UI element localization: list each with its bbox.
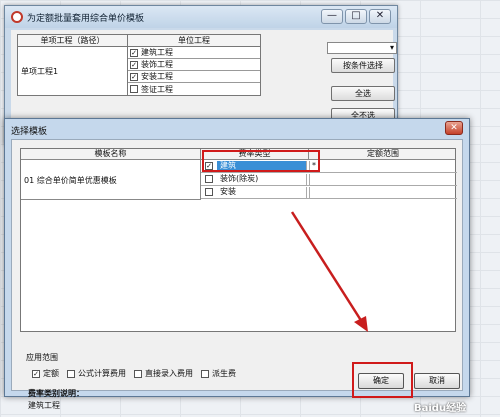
scope-option-direct[interactable]: 直接录入费用 xyxy=(134,368,193,379)
dialog-title: 选择模板 xyxy=(11,127,48,137)
unit-checkbox[interactable]: ✓ xyxy=(130,48,138,57)
scope-option-label: 公式计算费用 xyxy=(78,369,126,378)
quota-range[interactable] xyxy=(309,187,455,198)
dialog-body: 模板名称 费率类型 定额范围 01 综合单价简单优惠模板 ✓ 建筑 * 装饰(除… xyxy=(11,139,463,410)
filter-dropdown[interactable]: ▾ xyxy=(327,42,397,54)
unit-checkbox[interactable]: ✓ xyxy=(130,60,138,69)
scope-label: 应用范围 xyxy=(26,353,58,362)
minimize-button[interactable]: — xyxy=(321,9,343,24)
scope-option-derived[interactable]: 派生费 xyxy=(201,368,236,379)
maximize-button[interactable]: □ xyxy=(345,9,367,24)
unit-list: ✓ 建筑工程 ✓ 装饰工程 ✓ 安装工程 签证工程 xyxy=(127,46,261,96)
ok-highlight-box xyxy=(352,362,413,398)
scope-option-label: 派生费 xyxy=(212,369,236,378)
watermark: Baidu经验 xyxy=(414,403,467,414)
column-header-project: 单项工程（路径） xyxy=(17,34,128,47)
unit-label: 装饰工程 xyxy=(141,60,173,69)
scope-option-label: 直接录入费用 xyxy=(145,369,193,378)
highlight-box xyxy=(202,150,320,172)
scope-option-formula[interactable]: 公式计算费用 xyxy=(67,368,126,379)
select-all-button[interactable]: 全选 xyxy=(331,86,395,101)
close-icon[interactable]: ✕ xyxy=(445,121,463,135)
column-header-unit: 单位工程 xyxy=(127,34,261,47)
window-title-bar: 为定额批量套用综合单价模板 — □ ✕ xyxy=(5,6,397,28)
unit-checkbox[interactable] xyxy=(130,85,138,93)
project-cell: 单项工程1 xyxy=(17,46,128,96)
project-table: 单项工程（路径） 单位工程 单项工程1 ✓ 建筑工程 ✓ 装饰工程 ✓ 安装工程 签证… xyxy=(17,34,261,96)
description-value: 建筑工程 xyxy=(28,401,60,410)
cancel-button[interactable]: 取消 xyxy=(414,373,460,389)
quota-range[interactable] xyxy=(309,174,455,185)
scope-option-quota[interactable]: ✓ 定额 xyxy=(32,368,59,379)
template-grid: 模板名称 费率类型 定额范围 01 综合单价简单优惠模板 ✓ 建筑 * 装饰(除… xyxy=(20,148,457,332)
rate-row[interactable]: 装饰(除炭) xyxy=(201,173,457,186)
close-button[interactable]: ✕ xyxy=(369,9,391,24)
app-logo-icon xyxy=(11,11,23,23)
scope-checkbox[interactable] xyxy=(134,369,142,378)
column-header-template-name: 模板名称 xyxy=(21,149,201,160)
quota-range[interactable]: * xyxy=(309,161,455,172)
select-by-condition-button[interactable]: 按条件选择 xyxy=(331,58,395,73)
scope-options: ✓ 定额 公式计算费用 直接录入费用 派生费 xyxy=(32,368,236,379)
column-header-quota-range: 定额范围 xyxy=(367,149,399,158)
unit-row[interactable]: ✓ 安装工程 xyxy=(128,71,260,83)
unit-row[interactable]: 签证工程 xyxy=(128,83,260,95)
window-title: 为定额批量套用综合单价模板 xyxy=(27,14,145,24)
description-label: 费率类别说明： xyxy=(28,389,84,398)
scope-checkbox[interactable] xyxy=(67,369,75,378)
chevron-down-icon: ▾ xyxy=(389,43,394,52)
unit-checkbox[interactable]: ✓ xyxy=(130,72,138,81)
rate-category[interactable]: 安装 xyxy=(217,187,307,198)
unit-label: 建筑工程 xyxy=(141,48,173,57)
unit-row[interactable]: ✓ 装饰工程 xyxy=(128,59,260,71)
rate-checkbox[interactable] xyxy=(205,175,213,183)
unit-label: 安装工程 xyxy=(141,72,173,81)
unit-label: 签证工程 xyxy=(141,84,173,94)
scope-checkbox[interactable] xyxy=(201,369,209,378)
rate-checkbox[interactable] xyxy=(205,188,213,196)
rate-row[interactable]: 安装 xyxy=(201,186,457,199)
scope-option-label: 定额 xyxy=(43,369,59,378)
template-name-cell[interactable]: 01 综合单价简单优惠模板 xyxy=(21,160,201,200)
scope-checkbox[interactable]: ✓ xyxy=(32,369,40,378)
unit-row[interactable]: ✓ 建筑工程 xyxy=(128,47,260,59)
rate-category[interactable]: 装饰(除炭) xyxy=(217,174,307,185)
